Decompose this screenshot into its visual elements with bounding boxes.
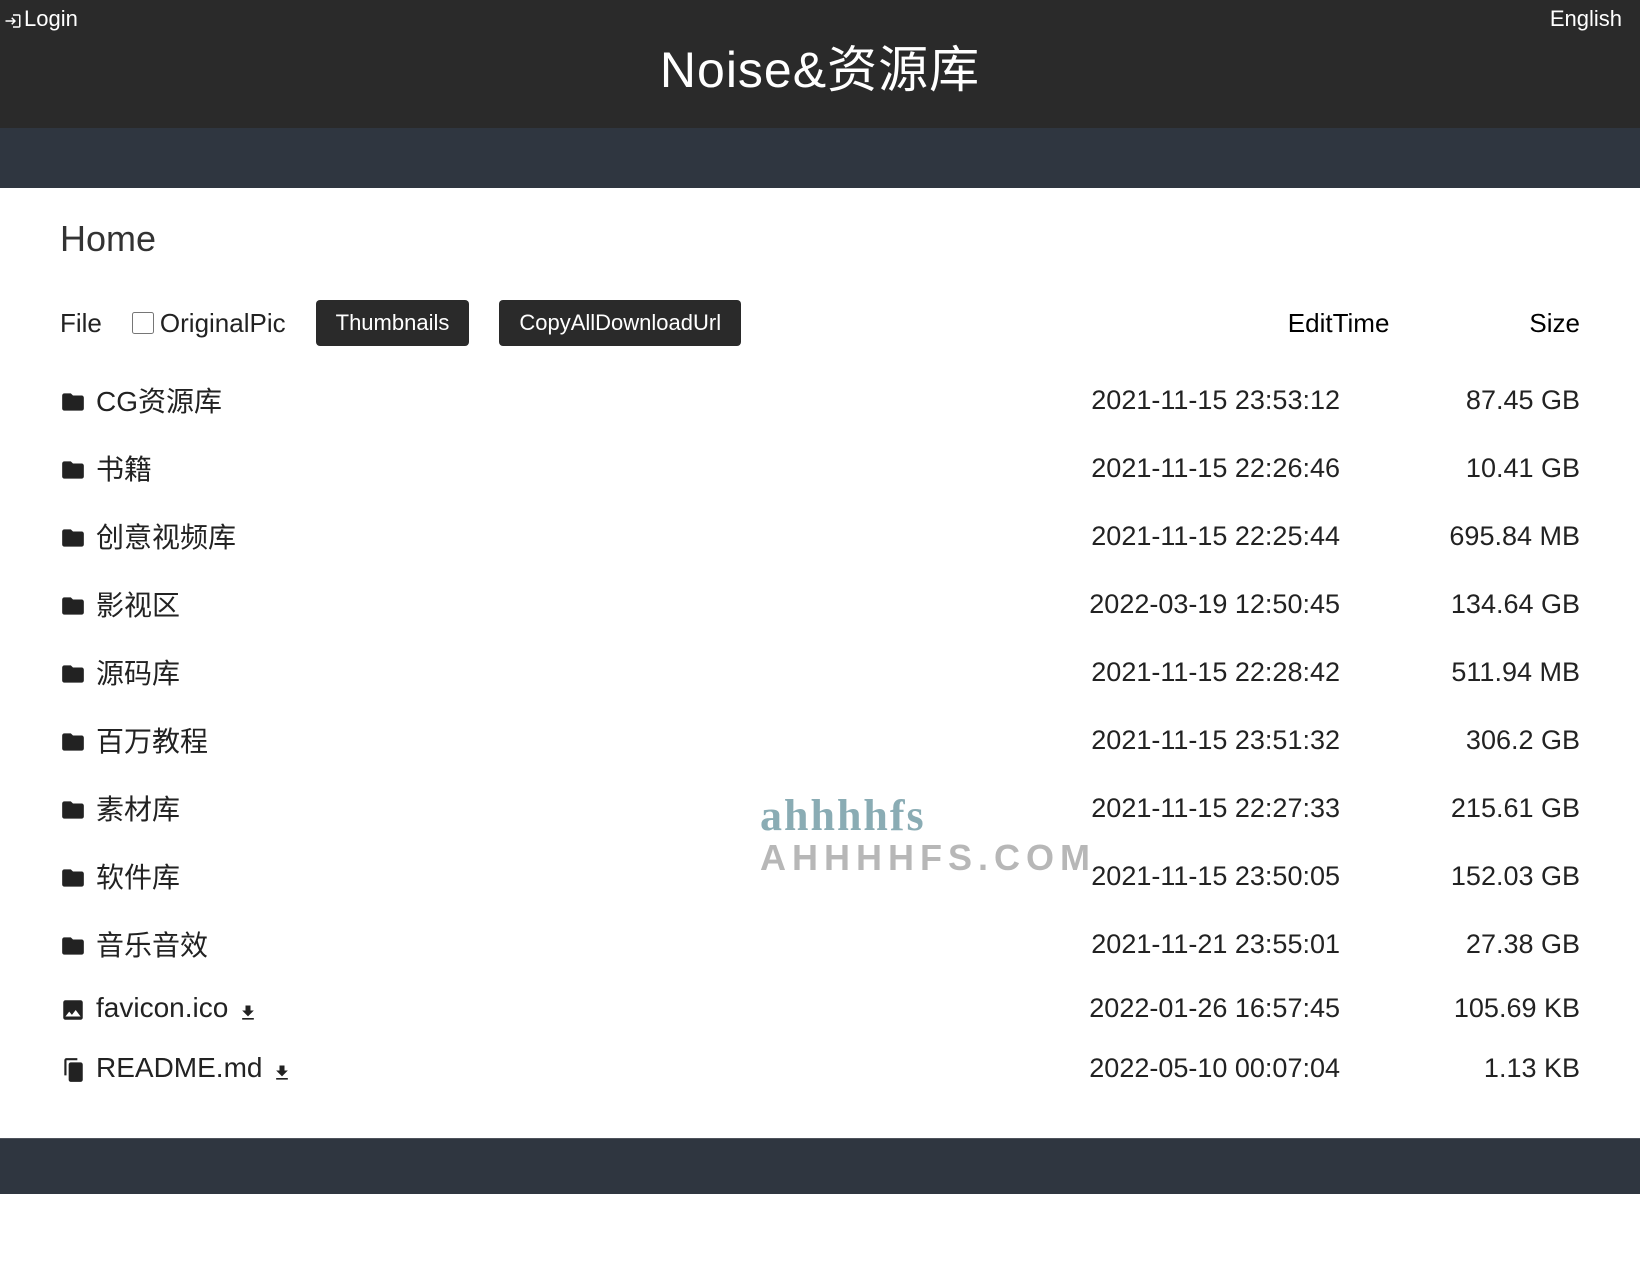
file-time: 2022-01-26 16:57:45 [1020, 993, 1340, 1024]
file-size: 134.64 GB [1340, 589, 1580, 620]
copy-all-download-url-button[interactable]: CopyAllDownloadUrl [499, 300, 741, 346]
folder-icon [60, 865, 86, 887]
folder-icon [60, 457, 86, 479]
file-name: 创意视频库 [96, 516, 236, 556]
folder-icon [60, 729, 86, 751]
login-label: Login [24, 6, 78, 32]
file-name: README.md [96, 1052, 262, 1084]
file-name: 影视区 [96, 584, 180, 624]
login-icon [4, 10, 22, 28]
file-column-header[interactable]: File [60, 308, 102, 339]
image-icon [60, 997, 86, 1019]
document-icon [60, 1057, 86, 1079]
file-row[interactable]: 音乐音效 2021-11-21 23:55:0127.38 GB [60, 910, 1580, 978]
language-link[interactable]: English [1550, 6, 1622, 32]
file-size: 1.13 KB [1340, 1053, 1580, 1084]
file-name-cell[interactable]: 源码库 [60, 652, 1020, 692]
file-row[interactable]: 源码库 2021-11-15 22:28:42511.94 MB [60, 638, 1580, 706]
breadcrumb[interactable]: Home [60, 218, 1580, 260]
file-time: 2021-11-15 23:50:05 [1020, 861, 1340, 892]
download-icon[interactable] [272, 1058, 292, 1078]
file-row[interactable]: 影视区 2022-03-19 12:50:45134.64 GB [60, 570, 1580, 638]
original-pic-checkbox-wrap[interactable]: OriginalPic [132, 308, 286, 339]
download-icon[interactable] [238, 998, 258, 1018]
file-size: 152.03 GB [1340, 861, 1580, 892]
thumbnails-button[interactable]: Thumbnails [316, 300, 470, 346]
file-row[interactable]: 书籍 2021-11-15 22:26:4610.41 GB [60, 434, 1580, 502]
file-row[interactable]: 创意视频库 2021-11-15 22:25:44695.84 MB [60, 502, 1580, 570]
content-area: Home File OriginalPic Thumbnails CopyAll… [0, 188, 1640, 1138]
file-size: 10.41 GB [1340, 453, 1580, 484]
file-name-cell[interactable]: README.md [60, 1052, 1020, 1084]
file-name: 音乐音效 [96, 924, 208, 964]
file-name-cell[interactable]: 书籍 [60, 448, 1020, 488]
file-row[interactable]: favicon.ico 2022-01-26 16:57:45105.69 KB [60, 978, 1580, 1038]
original-pic-checkbox[interactable] [132, 312, 154, 334]
file-name: 软件库 [96, 856, 180, 896]
file-size: 511.94 MB [1340, 657, 1580, 688]
file-name: 书籍 [96, 448, 152, 488]
file-time: 2022-05-10 00:07:04 [1020, 1053, 1340, 1084]
file-time: 2021-11-15 22:25:44 [1020, 521, 1340, 552]
size-column-header[interactable]: Size [1529, 308, 1580, 339]
file-time: 2021-11-21 23:55:01 [1020, 929, 1340, 960]
file-row[interactable]: 百万教程 2021-11-15 23:51:32306.2 GB [60, 706, 1580, 774]
footer-bar [0, 1138, 1640, 1194]
login-link[interactable]: Login [4, 6, 78, 32]
file-row[interactable]: README.md 2022-05-10 00:07:041.13 KB [60, 1038, 1580, 1098]
file-list: CG资源库 2021-11-15 23:53:1287.45 GB 书籍 2021-1… [60, 366, 1580, 1098]
file-name: CG资源库 [96, 380, 222, 420]
file-name-cell[interactable]: 创意视频库 [60, 516, 1020, 556]
file-name: favicon.ico [96, 992, 228, 1024]
file-size: 695.84 MB [1340, 521, 1580, 552]
file-time: 2021-11-15 22:26:46 [1020, 453, 1340, 484]
file-name-cell[interactable]: favicon.ico [60, 992, 1020, 1024]
toolbar: File OriginalPic Thumbnails CopyAllDownl… [60, 300, 1580, 346]
folder-icon [60, 389, 86, 411]
file-row[interactable]: 素材库 2021-11-15 22:27:33215.61 GB [60, 774, 1580, 842]
file-row[interactable]: CG资源库 2021-11-15 23:53:1287.45 GB [60, 366, 1580, 434]
file-time: 2021-11-15 22:27:33 [1020, 793, 1340, 824]
file-time: 2022-03-19 12:50:45 [1020, 589, 1340, 620]
original-pic-label: OriginalPic [160, 308, 286, 339]
folder-icon [60, 525, 86, 547]
file-name-cell[interactable]: 影视区 [60, 584, 1020, 624]
folder-icon [60, 593, 86, 615]
file-name-cell[interactable]: 音乐音效 [60, 924, 1020, 964]
header: Login English Noise&资源库 [0, 0, 1640, 128]
edit-time-column-header[interactable]: EditTime [1288, 308, 1390, 339]
file-name-cell[interactable]: CG资源库 [60, 380, 1020, 420]
folder-icon [60, 797, 86, 819]
file-size: 87.45 GB [1340, 385, 1580, 416]
file-size: 215.61 GB [1340, 793, 1580, 824]
file-name-cell[interactable]: 百万教程 [60, 720, 1020, 760]
site-title: Noise&资源库 [0, 0, 1640, 102]
file-size: 105.69 KB [1340, 993, 1580, 1024]
folder-icon [60, 661, 86, 683]
file-size: 306.2 GB [1340, 725, 1580, 756]
file-name: 百万教程 [96, 720, 208, 760]
file-name-cell[interactable]: 素材库 [60, 788, 1020, 828]
file-name: 源码库 [96, 652, 180, 692]
file-row[interactable]: 软件库 2021-11-15 23:50:05152.03 GB [60, 842, 1580, 910]
file-size: 27.38 GB [1340, 929, 1580, 960]
file-name-cell[interactable]: 软件库 [60, 856, 1020, 896]
file-time: 2021-11-15 23:51:32 [1020, 725, 1340, 756]
file-name: 素材库 [96, 788, 180, 828]
file-time: 2021-11-15 23:53:12 [1020, 385, 1340, 416]
file-time: 2021-11-15 22:28:42 [1020, 657, 1340, 688]
subheader-bar [0, 128, 1640, 188]
folder-icon [60, 933, 86, 955]
